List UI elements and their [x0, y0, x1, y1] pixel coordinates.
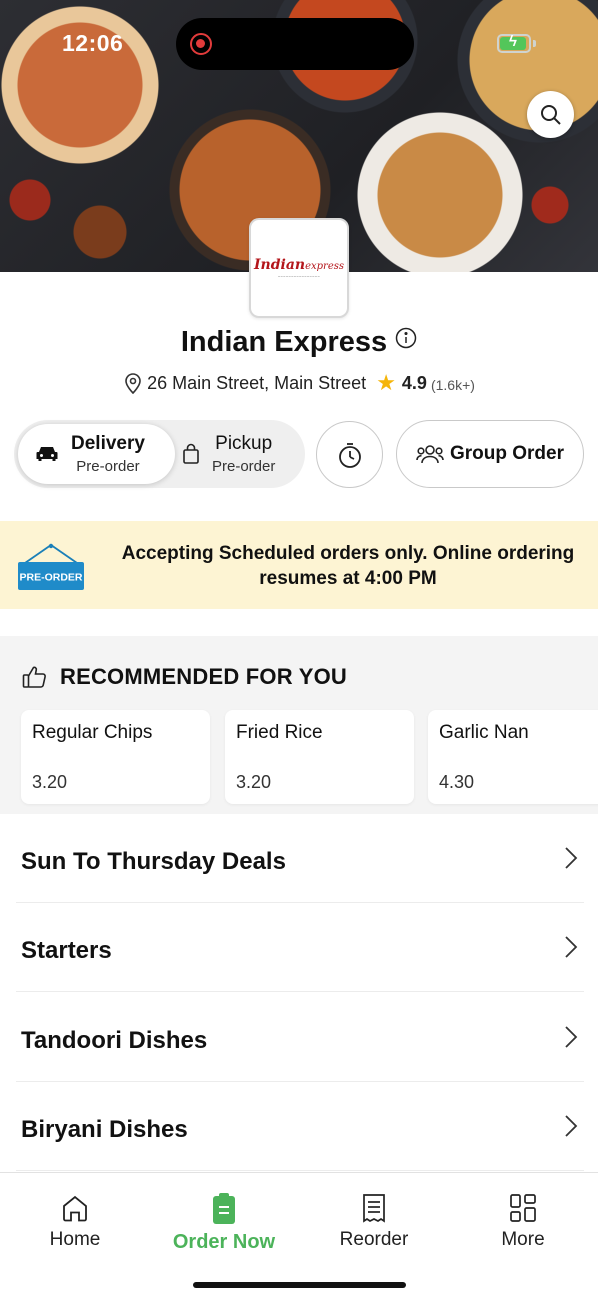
- item-name: Garlic Nan: [439, 722, 529, 743]
- nav-reorder[interactable]: Reorder: [314, 1193, 434, 1251]
- nav-order-now[interactable]: Order Now: [164, 1193, 284, 1254]
- recommended-card[interactable]: Fried Rice 3.20: [225, 710, 414, 804]
- nav-label: Home: [49, 1229, 101, 1250]
- home-indicator: [193, 1282, 406, 1288]
- category-row[interactable]: Tandoori Dishes: [16, 993, 584, 1082]
- item-name: Fried Rice: [236, 722, 323, 743]
- recommended-section: RECOMMENDED FOR YOU Regular Chips 3.20 F…: [0, 636, 598, 814]
- category-name: Starters: [21, 937, 112, 964]
- thumbs-up-icon: [22, 666, 46, 688]
- restaurant-name: Indian Express: [0, 326, 598, 359]
- rating-value: 4.9: [401, 372, 427, 393]
- rating-count: (1.6k+): [430, 376, 475, 393]
- delivery-sublabel: Pre-order: [76, 458, 140, 475]
- nav-more[interactable]: More: [463, 1193, 583, 1251]
- search-icon: [540, 104, 561, 125]
- receipt-icon: [363, 1194, 385, 1223]
- group-icon: [416, 445, 444, 464]
- category-row[interactable]: Starters: [16, 903, 584, 992]
- nav-home[interactable]: Home: [15, 1193, 135, 1251]
- order-mode-toggle: Delivery Pre-order Pickup Pre-order: [14, 420, 305, 488]
- order-icon: [213, 1193, 235, 1224]
- car-icon: [36, 447, 58, 461]
- item-price: 3.20: [32, 772, 68, 792]
- restaurant-name-text: Indian Express: [180, 326, 388, 358]
- location-pin-icon: [125, 373, 141, 394]
- address-rating-row: 26 Main Street, Main Street ★ 4.9 (1.6k+…: [0, 370, 598, 396]
- recording-icon: [190, 33, 212, 55]
- star-icon: ★: [376, 370, 396, 395]
- timer-icon: [338, 442, 361, 468]
- item-name: Regular Chips: [32, 722, 153, 743]
- category-name: Sun To Thursday Deals: [21, 848, 286, 875]
- nav-label: Reorder: [339, 1229, 409, 1250]
- chevron-right-icon: [565, 1115, 578, 1137]
- grid-icon: [510, 1194, 536, 1222]
- pickup-sublabel: Pre-order: [212, 458, 276, 475]
- category-name: Tandoori Dishes: [21, 1027, 208, 1054]
- restaurant-address: 26 Main Street, Main Street: [147, 372, 367, 393]
- battery-icon: ϟ: [497, 33, 531, 53]
- chevron-right-icon: [565, 936, 578, 958]
- nav-label: More: [501, 1229, 545, 1250]
- recommended-title: RECOMMENDED FOR YOU: [60, 664, 347, 689]
- item-price: 3.20: [236, 772, 272, 792]
- chevron-right-icon: [565, 1026, 578, 1048]
- delivery-label: Delivery: [71, 433, 145, 454]
- bag-icon: [183, 443, 199, 464]
- bottom-nav: Home Order Now Reorder More: [0, 1172, 598, 1300]
- group-order-button[interactable]: Group Order: [396, 420, 584, 488]
- status-time: 12:06: [62, 30, 124, 56]
- recommended-card[interactable]: Regular Chips 3.20: [21, 710, 210, 804]
- nav-label: Order Now: [172, 1231, 276, 1253]
- chevron-right-icon: [565, 847, 578, 869]
- category-row[interactable]: Biryani Dishes: [16, 1082, 584, 1171]
- home-icon: [63, 1195, 87, 1222]
- search-button[interactable]: [527, 91, 574, 138]
- schedule-button[interactable]: [316, 421, 383, 488]
- preorder-badge-text: PRE-ORDER: [19, 572, 82, 584]
- recommended-card[interactable]: Garlic Nan 4.30: [428, 710, 598, 804]
- preorder-sign-icon: PRE-ORDER: [18, 543, 84, 590]
- dynamic-island: [176, 18, 414, 70]
- category-name: Biryani Dishes: [21, 1116, 188, 1143]
- info-icon: [395, 327, 417, 349]
- item-price: 4.30: [439, 772, 475, 792]
- pickup-option[interactable]: Pickup Pre-order: [182, 424, 302, 484]
- category-row[interactable]: Sun To Thursday Deals: [16, 814, 584, 903]
- banner-message: Accepting Scheduled orders only. Online …: [121, 543, 575, 589]
- scheduled-orders-banner: PRE-ORDER Accepting Scheduled orders onl…: [0, 521, 598, 609]
- pickup-label: Pickup: [215, 433, 273, 454]
- delivery-option[interactable]: Delivery Pre-order: [18, 424, 175, 484]
- restaurant-logo: Indianexpress ~~~~~~~~~~~~~~~~: [249, 218, 349, 318]
- group-order-label: Group Order: [449, 443, 564, 464]
- info-button[interactable]: [395, 324, 417, 357]
